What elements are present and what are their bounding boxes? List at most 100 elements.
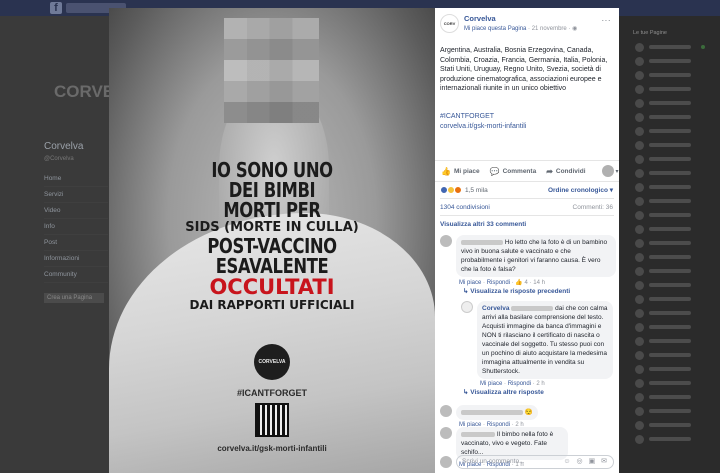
reactions-summary[interactable]: 1,5 mila bbox=[440, 186, 488, 194]
nav-item-video[interactable]: Video bbox=[44, 203, 108, 219]
avatar[interactable] bbox=[440, 235, 452, 247]
list-item[interactable] bbox=[619, 278, 720, 292]
comment-input-placeholder: Scrivi un commento... bbox=[462, 458, 525, 465]
comment-like-button[interactable]: Mi piace bbox=[480, 381, 502, 387]
more-options-icon[interactable]: ··· bbox=[602, 16, 612, 25]
list-item[interactable] bbox=[619, 376, 720, 390]
list-item[interactable] bbox=[619, 334, 720, 348]
list-item[interactable] bbox=[619, 180, 720, 194]
blurred-name[interactable] bbox=[461, 239, 503, 245]
list-item[interactable] bbox=[619, 264, 720, 278]
nav-item-about[interactable]: Informazioni bbox=[44, 251, 108, 267]
post-photo[interactable]: IO SONO UNO DEI BIMBI MORTI PER SIDS (MO… bbox=[109, 8, 435, 473]
page-avatar[interactable]: CORV bbox=[440, 14, 459, 33]
facebook-logo-icon[interactable]: f bbox=[50, 2, 62, 14]
blurred-name bbox=[649, 157, 691, 161]
comment-tools-icon[interactable]: ☺ ◎ ▣ ✉ bbox=[563, 456, 609, 468]
comment-order-dropdown[interactable]: Ordine cronologico ▾ bbox=[548, 186, 613, 194]
nav-item-community[interactable]: Community bbox=[44, 267, 108, 283]
post-link[interactable]: corvelva.it/gsk-morti-infantili bbox=[440, 122, 526, 132]
list-item[interactable] bbox=[619, 68, 720, 82]
post-panel: CORV Corvelva Mi piace questa Pagina · 2… bbox=[435, 8, 619, 473]
image-slogan: IO SONO UNO DEI BIMBI MORTI PER SIDS (MO… bbox=[109, 160, 435, 312]
list-item[interactable] bbox=[619, 292, 720, 306]
slogan-line: POST-VACCINO bbox=[207, 234, 337, 258]
list-item[interactable] bbox=[619, 54, 720, 68]
nav-item-services[interactable]: Servizi bbox=[44, 187, 108, 203]
comment-like-button[interactable]: Mi piace bbox=[459, 280, 481, 286]
view-more-replies-link[interactable]: ↳ Visualizza altre risposte bbox=[463, 388, 544, 396]
share-icon: ➦ bbox=[546, 166, 553, 176]
nav-item-post[interactable]: Post bbox=[44, 235, 108, 251]
list-item[interactable] bbox=[619, 152, 720, 166]
list-item[interactable] bbox=[619, 236, 720, 250]
comment-input[interactable]: Scrivi un commento... ☺ ◎ ▣ ✉ bbox=[456, 455, 614, 469]
comment-time: 2 h bbox=[536, 381, 545, 387]
nav-item-info[interactable]: Info bbox=[44, 219, 108, 235]
list-item[interactable] bbox=[619, 194, 720, 208]
list-item[interactable] bbox=[619, 348, 720, 362]
avatar bbox=[635, 420, 644, 430]
comment-reply-button[interactable]: Rispondi bbox=[487, 280, 510, 286]
share-button[interactable]: ➦ Condividi bbox=[546, 167, 585, 176]
view-more-comments-link[interactable]: Visualizza altri 33 commenti bbox=[440, 221, 526, 228]
blurred-name bbox=[649, 269, 691, 273]
page-handle: @Corvelva bbox=[44, 156, 74, 162]
list-item[interactable] bbox=[619, 96, 720, 110]
like-reaction-icon: 👍 bbox=[515, 280, 523, 286]
avatar bbox=[635, 336, 644, 346]
list-item[interactable] bbox=[619, 362, 720, 376]
blurred-name bbox=[649, 255, 691, 259]
list-item[interactable] bbox=[619, 390, 720, 404]
list-item[interactable] bbox=[619, 222, 720, 236]
post-date[interactable]: 21 novembre bbox=[532, 26, 567, 32]
page-name[interactable]: Corvelva bbox=[44, 141, 83, 152]
comments-count[interactable]: Commenti: 36 bbox=[573, 204, 613, 211]
comment-author[interactable]: Corvelva bbox=[482, 305, 509, 312]
list-item[interactable] bbox=[619, 418, 720, 432]
blurred-name bbox=[649, 227, 691, 231]
list-item[interactable] bbox=[619, 250, 720, 264]
avatar[interactable] bbox=[461, 301, 473, 313]
blurred-name[interactable] bbox=[461, 409, 523, 415]
list-item[interactable] bbox=[619, 110, 720, 124]
list-item[interactable] bbox=[619, 166, 720, 180]
identity-avatar[interactable] bbox=[601, 165, 614, 177]
list-item[interactable] bbox=[619, 432, 720, 446]
view-previous-replies-link[interactable]: ↳ Visualizza le risposte precedenti bbox=[463, 287, 570, 295]
blurred-name bbox=[649, 59, 691, 63]
blurred-name[interactable] bbox=[461, 431, 495, 437]
slogan-line: DAI RAPPORTI UFFICIALI bbox=[189, 298, 355, 312]
blurred-name bbox=[649, 171, 691, 175]
comment-button[interactable]: 💬 Commenta bbox=[490, 167, 537, 176]
blurred-name bbox=[649, 143, 691, 147]
list-item[interactable] bbox=[619, 320, 720, 334]
post-author[interactable]: Corvelva bbox=[464, 14, 577, 23]
nav-item-home[interactable]: Home bbox=[44, 171, 108, 187]
chevron-down-icon[interactable]: ▾ bbox=[616, 168, 619, 175]
shares-count[interactable]: 1304 condivisioni bbox=[440, 204, 490, 211]
list-item[interactable] bbox=[619, 208, 720, 222]
post-hashtag[interactable]: #ICANTFORGET bbox=[440, 112, 526, 122]
avatar[interactable] bbox=[440, 427, 452, 439]
list-item[interactable] bbox=[619, 82, 720, 96]
list-item[interactable] bbox=[619, 404, 720, 418]
list-item[interactable] bbox=[619, 40, 720, 54]
list-item[interactable] bbox=[619, 124, 720, 138]
blurred-name bbox=[649, 241, 691, 245]
like-button[interactable]: 👍 Mi piace bbox=[441, 167, 480, 176]
avatar bbox=[635, 280, 644, 290]
post-header: CORV Corvelva Mi piace questa Pagina · 2… bbox=[440, 14, 577, 33]
like-page-link[interactable]: Mi piace questa Pagina bbox=[464, 26, 526, 32]
list-item[interactable] bbox=[619, 306, 720, 320]
slogan-line: IO SONO UNO bbox=[211, 158, 333, 182]
online-dot-icon bbox=[701, 45, 705, 49]
list-item[interactable] bbox=[619, 138, 720, 152]
create-page-button[interactable]: Crea una Pagina bbox=[44, 293, 104, 303]
slogan-line: ESAVALENTE bbox=[215, 254, 329, 278]
comment-reply-button[interactable]: Rispondi bbox=[508, 381, 531, 387]
avatar[interactable] bbox=[440, 405, 452, 417]
avatar bbox=[635, 406, 644, 416]
right-sidebar: Le tue Pagine bbox=[619, 16, 720, 473]
slogan-line-highlight: OCCULTATI bbox=[209, 275, 335, 299]
